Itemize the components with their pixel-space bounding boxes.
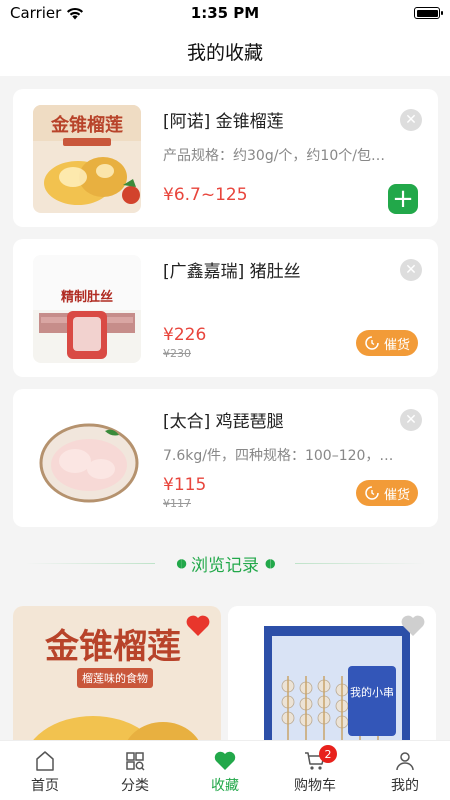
cart-badge: 2 (319, 745, 337, 763)
heart-filled-icon[interactable] (185, 614, 211, 638)
product-image-durian[interactable]: 金锥榴莲 (33, 105, 141, 213)
remove-favorite-button[interactable]: ✕ (400, 259, 422, 281)
home-icon (36, 751, 54, 771)
tab-favorites[interactable]: 收藏 (180, 741, 270, 800)
heart-icon (214, 751, 236, 770)
favorite-item[interactable]: 精制肚丝 [广鑫嘉瑞] 猪肚丝 ¥226 ¥230 ✕ 催货 (13, 239, 438, 377)
favorite-spec: 产品规格：约30g/个，约10个/包… (163, 148, 385, 164)
battery-icon (414, 7, 443, 19)
tab-label: 首页 (31, 778, 59, 794)
product-image-chicken-leg[interactable] (33, 405, 141, 513)
profile-icon (396, 752, 414, 771)
product-image-pork-tripe[interactable]: 精制肚丝 (33, 255, 141, 363)
durian-history-title: 金锥榴莲 (44, 627, 181, 667)
decoration-icon: ◖◗ (265, 556, 276, 570)
category-icon (126, 752, 145, 771)
close-icon: ✕ (405, 262, 417, 278)
decoration-icon: ◖◗ (176, 556, 187, 570)
divider (295, 563, 425, 564)
restock-reminder-button[interactable]: 催货 (356, 480, 418, 506)
restock-reminder-label: 催货 (383, 337, 410, 353)
tab-bar: 首页 分类 收藏 购物车 2 我的 (0, 740, 450, 800)
favorite-price: ¥6.7~125 (163, 185, 248, 205)
tab-category[interactable]: 分类 (90, 741, 180, 800)
remove-favorite-button[interactable]: ✕ (400, 409, 422, 431)
skewer-history-label: 我的小串 (350, 685, 394, 699)
close-icon: ✕ (405, 112, 417, 128)
tab-label: 购物车 (294, 778, 336, 794)
plus-icon: + (392, 184, 414, 214)
favorite-title[interactable]: [广鑫嘉瑞] 猪肚丝 (163, 257, 301, 282)
history-item[interactable]: 金锥榴莲 榴莲味的食物 (13, 606, 221, 740)
divider (25, 563, 155, 564)
refresh-clock-icon (365, 336, 379, 350)
browsing-history-title: 浏览记录 (191, 555, 259, 576)
history-item[interactable]: 我的小串 (228, 606, 436, 740)
favorite-item[interactable]: [太合] 鸡琵琶腿 7.6kg/件，四种规格：100–120，… ¥115 ¥1… (13, 389, 438, 527)
status-bar: Carrier 1:35 PM (0, 0, 450, 26)
favorite-old-price: ¥117 (163, 497, 191, 510)
favorite-price: ¥226 (163, 325, 207, 345)
durian-thumb-title: 金锥榴莲 (50, 114, 123, 136)
refresh-clock-icon (365, 486, 379, 500)
tab-cart[interactable]: 购物车 2 (270, 741, 360, 800)
favorite-title[interactable]: [阿诺] 金锥榴莲 (163, 107, 284, 132)
status-left: Carrier (10, 4, 84, 22)
durian-history-tag: 榴莲味的食物 (82, 671, 148, 685)
close-icon: ✕ (405, 412, 417, 428)
favorite-title[interactable]: [太合] 鸡琵琶腿 (163, 407, 284, 432)
nav-bar: 我的收藏 (0, 26, 450, 76)
browsing-history-header: ◖◗ 浏览记录 ◖◗ (0, 546, 450, 580)
tab-profile[interactable]: 我的 (360, 741, 450, 800)
tab-label: 收藏 (211, 778, 239, 794)
favorite-item[interactable]: 金锥榴莲 [阿诺] 金锥榴莲 产品规格：约30g/个，约10个/包… ¥6.7~… (13, 89, 438, 227)
content-scroll[interactable]: 金锥榴莲 [阿诺] 金锥榴莲 产品规格：约30g/个，约10个/包… ¥6.7~… (0, 76, 450, 740)
wifi-icon (67, 7, 84, 19)
tab-home[interactable]: 首页 (0, 741, 90, 800)
add-to-cart-button[interactable]: + (388, 184, 418, 214)
favorite-spec: 7.6kg/件，四种规格：100–120，… (163, 448, 394, 464)
restock-reminder-label: 催货 (383, 487, 410, 503)
page-title: 我的收藏 (186, 41, 263, 64)
favorite-old-price: ¥230 (163, 347, 191, 360)
tab-label: 我的 (391, 778, 419, 794)
tab-label: 分类 (121, 778, 149, 794)
carrier-label: Carrier (10, 4, 62, 22)
remove-favorite-button[interactable]: ✕ (400, 109, 422, 131)
pork-thumb-label: 精制肚丝 (61, 289, 113, 305)
restock-reminder-button[interactable]: 催货 (356, 330, 418, 356)
favorite-price: ¥115 (163, 475, 207, 495)
heart-outline-icon[interactable] (400, 614, 426, 638)
